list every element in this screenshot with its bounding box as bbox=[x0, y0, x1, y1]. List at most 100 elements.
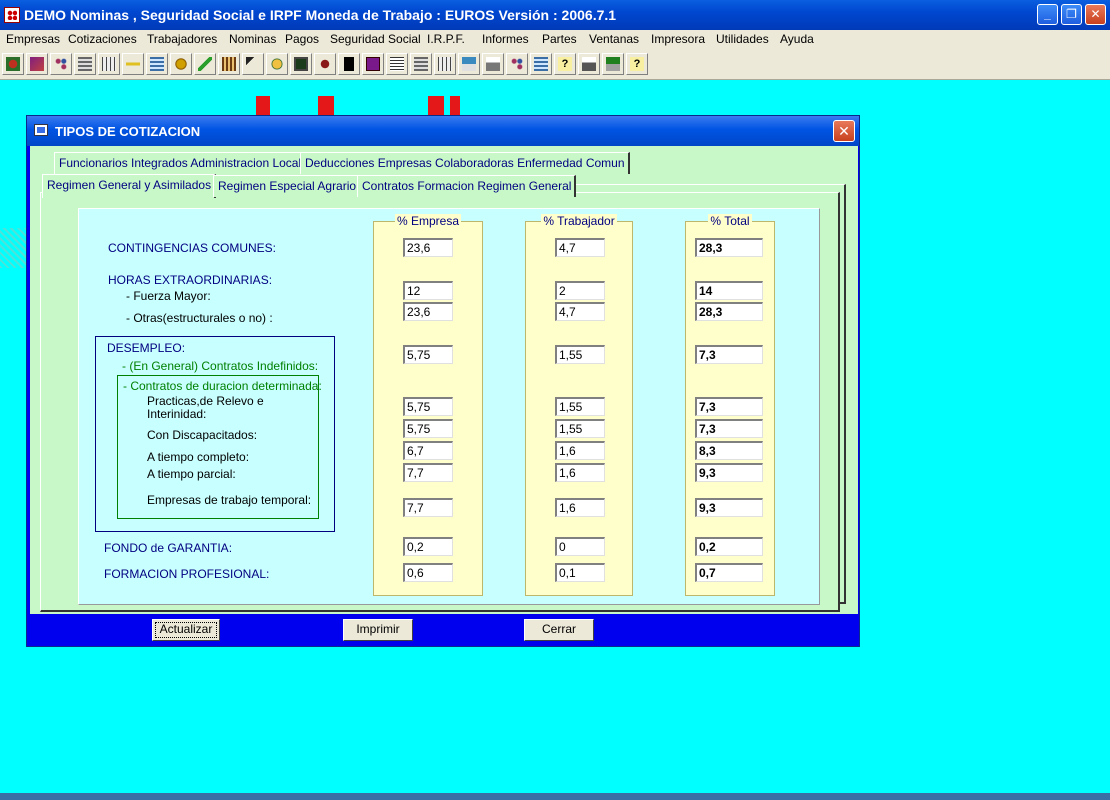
menu-informes[interactable]: Informes bbox=[482, 32, 529, 46]
help2-icon[interactable]: ? bbox=[626, 53, 648, 75]
imprimir-button[interactable]: Imprimir bbox=[343, 619, 413, 641]
total-field[interactable]: 0,2 bbox=[695, 537, 763, 556]
trabajador-field[interactable]: 1,6 bbox=[555, 498, 605, 517]
menu-nominas[interactable]: Nominas bbox=[229, 32, 276, 46]
help-icon[interactable]: ? bbox=[554, 53, 576, 75]
column-total-header: % Total bbox=[708, 214, 752, 228]
cerrar-button[interactable]: Cerrar bbox=[524, 619, 594, 641]
empresa-field[interactable]: 5,75 bbox=[403, 397, 453, 416]
trabajador-field[interactable]: 1,6 bbox=[555, 441, 605, 460]
empresa-field[interactable]: 7,7 bbox=[403, 463, 453, 482]
network-icon[interactable] bbox=[50, 53, 72, 75]
label-otras: - Otras(estructurales o no) : bbox=[126, 311, 273, 325]
dialog-close-button[interactable]: ✕ bbox=[833, 120, 855, 142]
empresa-field[interactable]: 7,7 bbox=[403, 498, 453, 517]
chart-icon[interactable] bbox=[26, 53, 48, 75]
menu-trabajadores[interactable]: Trabajadores bbox=[147, 32, 217, 46]
list-icon[interactable] bbox=[146, 53, 168, 75]
tools-icon[interactable] bbox=[314, 53, 336, 75]
menu-empresas[interactable]: Empresas bbox=[6, 32, 60, 46]
dialog-title: TIPOS DE COTIZACION bbox=[55, 124, 201, 139]
calculator-icon[interactable] bbox=[74, 53, 96, 75]
menu-impresora[interactable]: Impresora bbox=[651, 32, 705, 46]
menu-cotizaciones[interactable]: Cotizaciones bbox=[68, 32, 137, 46]
menu-seguridad-social[interactable]: Seguridad Social bbox=[330, 32, 421, 46]
trabajador-field[interactable]: 0,1 bbox=[555, 563, 605, 582]
tab-regimen-agrario[interactable]: Regimen Especial Agrario bbox=[213, 175, 362, 197]
printer-icon[interactable] bbox=[482, 53, 504, 75]
trabajador-field[interactable]: 0 bbox=[555, 537, 605, 556]
toolbar: ? ? bbox=[0, 50, 1110, 80]
total-field[interactable]: 9,3 bbox=[695, 498, 763, 517]
fax-icon[interactable] bbox=[602, 53, 624, 75]
trabajador-field[interactable]: 1,55 bbox=[555, 397, 605, 416]
purple-book-icon[interactable] bbox=[362, 53, 384, 75]
column-empresa-header: % Empresa bbox=[394, 214, 462, 228]
label-fuerza-mayor: - Fuerza Mayor: bbox=[126, 289, 211, 303]
tab-contratos-formacion[interactable]: Contratos Formacion Regimen General bbox=[357, 175, 577, 197]
menu-ventanas[interactable]: Ventanas bbox=[589, 32, 639, 46]
total-field[interactable]: 7,3 bbox=[695, 345, 763, 364]
total-field[interactable]: 14 bbox=[695, 281, 763, 300]
trabajador-field[interactable]: 1,55 bbox=[555, 419, 605, 438]
black-box-icon[interactable] bbox=[338, 53, 360, 75]
total-field[interactable]: 0,7 bbox=[695, 563, 763, 582]
cross-icon[interactable] bbox=[122, 53, 144, 75]
rates-panel: % Empresa % Trabajador % Total CONTINGEN… bbox=[78, 208, 820, 605]
empresa-field[interactable]: 0,2 bbox=[403, 537, 453, 556]
empresa-field[interactable]: 12 bbox=[403, 281, 453, 300]
empresa-field[interactable]: 0,6 bbox=[403, 563, 453, 582]
menu-utilidades[interactable]: Utilidades bbox=[716, 32, 769, 46]
building-icon[interactable] bbox=[218, 53, 240, 75]
label-tiempo-completo: A tiempo completo: bbox=[147, 450, 250, 464]
label-formacion-profesional: FORMACION PROFESIONAL: bbox=[104, 567, 270, 581]
minimize-button[interactable]: _ bbox=[1037, 4, 1058, 25]
company-icon[interactable] bbox=[2, 53, 24, 75]
pencil-icon[interactable] bbox=[194, 53, 216, 75]
menu-pagos[interactable]: Pagos bbox=[285, 32, 319, 46]
trabajador-field[interactable]: 4,7 bbox=[555, 238, 605, 257]
actualizar-button[interactable]: Actualizar bbox=[152, 619, 220, 641]
screen-icon[interactable] bbox=[290, 53, 312, 75]
trabajador-field[interactable]: 2 bbox=[555, 281, 605, 300]
menu-ayuda[interactable]: Ayuda bbox=[780, 32, 814, 46]
network2-icon[interactable] bbox=[506, 53, 528, 75]
tab-regimen-general[interactable]: Regimen General y Asimilados bbox=[42, 174, 217, 198]
grid-icon[interactable] bbox=[98, 53, 120, 75]
empresa-field[interactable]: 23,6 bbox=[403, 302, 453, 321]
total-field[interactable]: 9,3 bbox=[695, 463, 763, 482]
gear-icon[interactable] bbox=[170, 53, 192, 75]
tab-funcionarios[interactable]: Funcionarios Integrados Administracion L… bbox=[54, 152, 307, 174]
empresa-field[interactable]: 6,7 bbox=[403, 441, 453, 460]
printer2-icon[interactable] bbox=[578, 53, 600, 75]
empresa-field[interactable]: 23,6 bbox=[403, 238, 453, 257]
total-field[interactable]: 7,3 bbox=[695, 419, 763, 438]
total-field[interactable]: 7,3 bbox=[695, 397, 763, 416]
empresa-field[interactable]: 5,75 bbox=[403, 345, 453, 364]
label-duracion: - Contratos de duracion determinada: bbox=[123, 379, 322, 393]
document-icon[interactable] bbox=[386, 53, 408, 75]
trabajador-field[interactable]: 1,6 bbox=[555, 463, 605, 482]
label-ett: Empresas de trabajo temporal: bbox=[147, 493, 312, 507]
total-field[interactable]: 28,3 bbox=[695, 302, 763, 321]
background-pattern bbox=[0, 228, 26, 268]
tab-deducciones[interactable]: Deducciones Empresas Colaboradoras Enfer… bbox=[300, 152, 630, 174]
list2-icon[interactable] bbox=[530, 53, 552, 75]
hand-icon[interactable] bbox=[266, 53, 288, 75]
calculator2-icon[interactable] bbox=[410, 53, 432, 75]
stamp-icon[interactable] bbox=[458, 53, 480, 75]
trabajador-field[interactable]: 4,7 bbox=[555, 302, 605, 321]
menu-irpf[interactable]: I.R.P.F. bbox=[427, 32, 465, 46]
empresa-field[interactable]: 5,75 bbox=[403, 419, 453, 438]
close-button[interactable]: ✕ bbox=[1085, 4, 1106, 25]
grid2-icon[interactable] bbox=[434, 53, 456, 75]
total-field[interactable]: 28,3 bbox=[695, 238, 763, 257]
cursor-icon[interactable] bbox=[242, 53, 264, 75]
menu-partes[interactable]: Partes bbox=[542, 32, 577, 46]
label-indefinidos: - (En General) Contratos Indefinidos: bbox=[122, 359, 319, 373]
label-horas-extra: HORAS EXTRAORDINARIAS: bbox=[108, 273, 273, 287]
total-field[interactable]: 8,3 bbox=[695, 441, 763, 460]
app-title: DEMO Nominas , Seguridad Social e IRPF M… bbox=[24, 7, 617, 23]
trabajador-field[interactable]: 1,55 bbox=[555, 345, 605, 364]
maximize-button[interactable]: ❐ bbox=[1061, 4, 1082, 25]
